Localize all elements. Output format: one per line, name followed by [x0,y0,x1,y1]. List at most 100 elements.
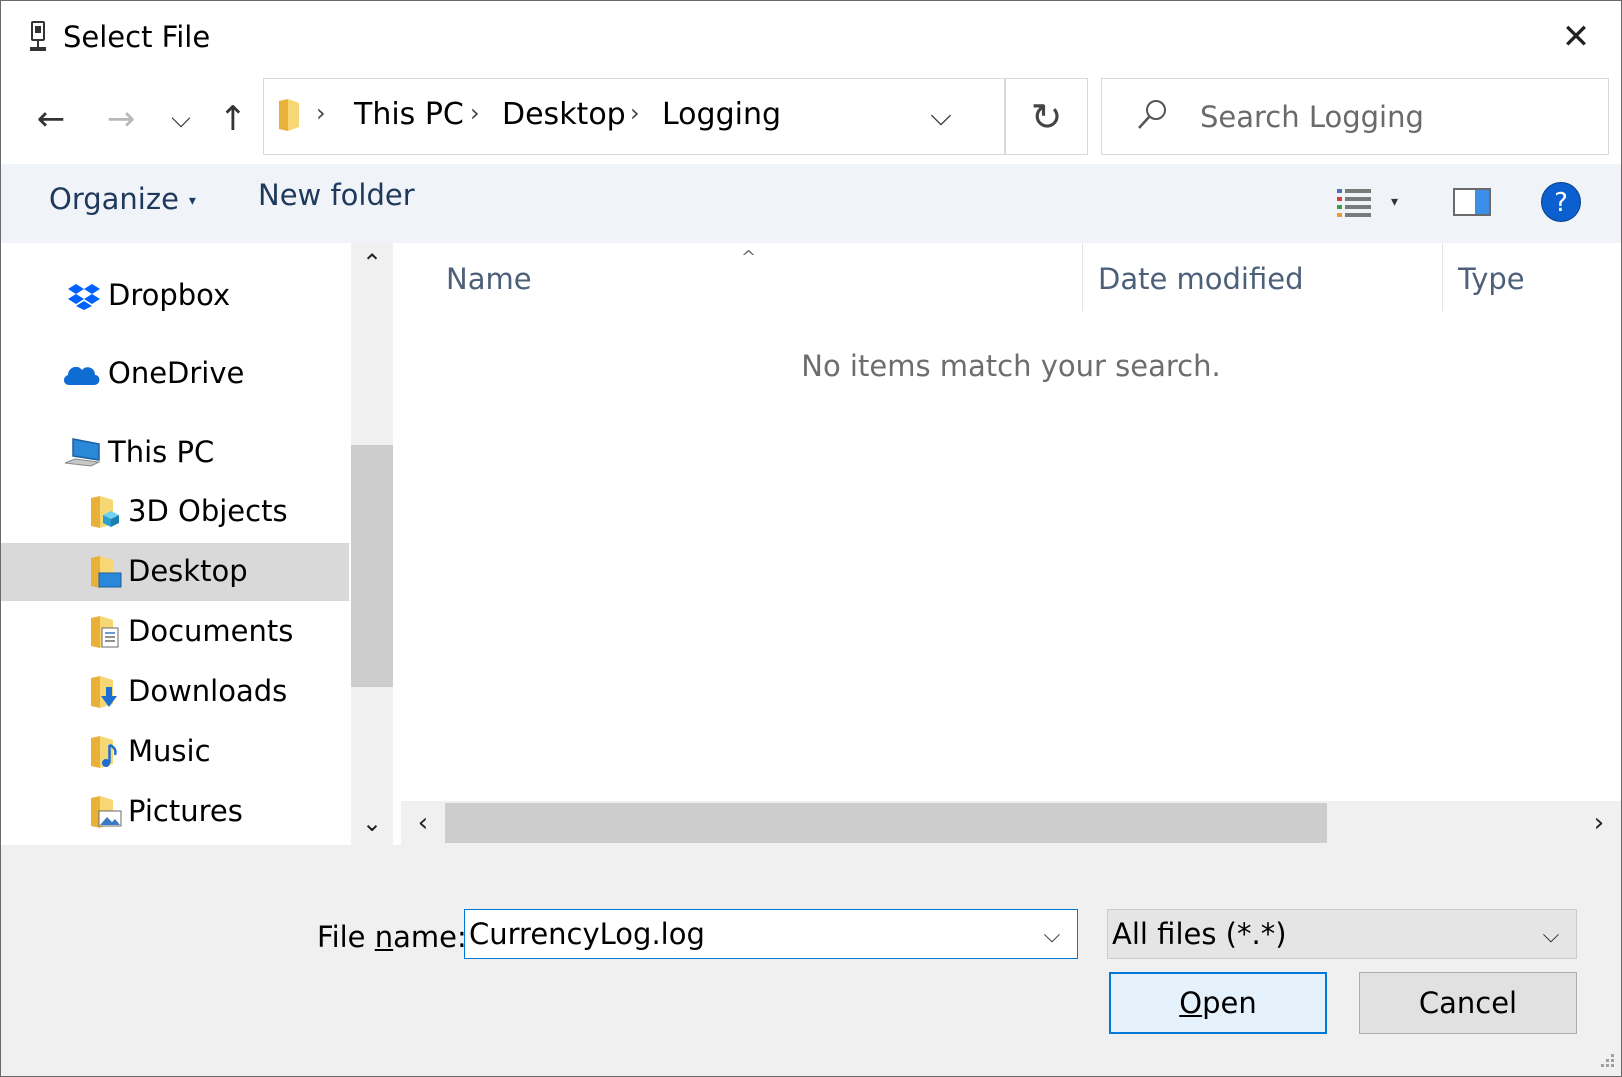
column-header-type[interactable]: Type [1458,243,1525,313]
music-folder-icon [91,736,117,768]
sidebar-item-label: Documents [128,614,294,648]
sort-ascending-icon: ^ [741,247,757,268]
help-icon: ? [1554,188,1568,218]
organize-label: Organize [49,182,179,216]
sidebar-item-music[interactable]: Music [1,723,349,781]
organize-button[interactable]: Organize ▾ [49,182,196,216]
file-name-label-suffix: ame: [393,920,467,954]
file-list-horizontal-scrollbar[interactable]: ‹ › [401,801,1621,845]
chevron-right-icon: › [1593,808,1605,838]
new-folder-button[interactable]: New folder [258,178,415,212]
column-divider[interactable] [1442,243,1443,311]
dropbox-icon [68,284,100,310]
refresh-button[interactable]: ↻ [1005,78,1088,155]
cancel-button-label: Cancel [1418,986,1518,1020]
dialog-footer: File name: ⌵ All files (*.*) ⌵ Open Canc… [1,845,1621,1076]
back-arrow-icon: ← [36,99,66,139]
search-input[interactable] [1200,96,1580,138]
preview-pane-icon[interactable] [1453,186,1491,218]
recent-locations-button[interactable]: ⌵ [159,91,203,147]
scroll-left-button[interactable]: ‹ [403,801,443,845]
breadcrumb-desktop[interactable]: Desktop [502,97,626,132]
title-bar: Select File ✕ [1,1,1621,73]
breadcrumb-separator-icon: › [316,99,326,127]
address-bar[interactable]: › This PC › Desktop › Logging ⌵ [263,78,1005,155]
open-button-label: pen [1202,986,1257,1020]
file-name-label: File name: [317,917,467,957]
dialog-title: Select File [63,20,211,54]
file-type-dropdown-button[interactable]: ⌵ [1534,916,1568,954]
column-divider[interactable] [1082,243,1083,311]
scroll-right-button[interactable]: › [1579,801,1619,845]
empty-results-message: No items match your search. [801,349,1221,383]
cancel-button[interactable]: Cancel [1359,972,1577,1034]
forward-arrow-icon: → [106,99,136,139]
sidebar-item-label: Desktop [128,554,248,588]
sidebar-item-onedrive[interactable]: OneDrive [1,345,349,403]
sidebar-item-dropbox[interactable]: Dropbox [1,267,349,325]
scroll-down-button[interactable]: ⌄ [351,803,393,843]
folder-icon [279,99,299,131]
scrollbar-thumb[interactable] [351,445,393,687]
sidebar-item-label: Downloads [128,674,288,708]
command-bar: Organize ▾ New folder ▾ ? [1,164,1621,243]
close-icon: ✕ [1561,17,1591,57]
forward-button[interactable]: → [99,91,143,147]
sidebar-item-label: 3D Objects [128,494,288,528]
breadcrumb-this-pc[interactable]: This PC [354,97,464,132]
downloads-folder-icon [91,676,117,708]
chevron-down-icon: ⌵ [1043,922,1061,948]
sidebar-item-label: Dropbox [108,278,231,312]
chevron-up-icon: ⌃ [361,249,383,277]
sidebar-item-this-pc[interactable]: This PC [1,424,349,482]
close-button[interactable]: ✕ [1546,11,1606,63]
search-icon [1138,100,1166,129]
resize-grip-icon[interactable] [1597,1052,1615,1070]
sidebar-item-pictures[interactable]: Pictures [1,783,349,841]
3d-objects-folder-icon [91,496,119,528]
dialog-app-icon [30,21,46,51]
onedrive-icon [63,366,100,385]
scroll-up-button[interactable]: ⌃ [351,243,393,283]
sidebar-item-downloads[interactable]: Downloads [1,663,349,721]
column-header-name[interactable]: Name [446,243,532,313]
navigation-pane: Dropbox OneDrive This PC 3D Objects Desk… [1,243,351,845]
address-dropdown-button[interactable]: ⌵ [916,93,966,139]
file-name-dropdown-button[interactable]: ⌵ [1035,916,1069,954]
sidebar-item-documents[interactable]: Documents [1,603,349,661]
help-button[interactable]: ? [1541,182,1581,222]
pictures-folder-icon [91,796,122,828]
view-options-dropdown[interactable]: ▾ [1391,186,1398,218]
sidebar-item-desktop[interactable]: Desktop [1,543,349,601]
file-type-filter-select[interactable]: All files (*.*) ⌵ [1107,909,1577,959]
details-view-icon[interactable] [1336,186,1372,218]
sidebar-item-label: Music [128,734,211,768]
breadcrumb-separator-icon: › [470,99,480,127]
up-button[interactable]: ↑ [211,91,255,147]
chevron-down-icon: ⌵ [171,103,191,134]
chevron-left-icon: ‹ [417,808,429,838]
chevron-down-icon: ⌵ [1542,922,1560,948]
navigation-pane-scrollbar[interactable]: ⌃ ⌄ [351,243,393,845]
sidebar-item-label: Pictures [128,794,243,828]
desktop-folder-icon [91,556,122,588]
file-name-combobox[interactable]: ⌵ [464,909,1078,959]
sidebar-item-label: OneDrive [108,356,245,390]
back-button[interactable]: ← [29,91,73,147]
file-list: ^ Name Date modified Type No items match… [401,243,1621,799]
sidebar-item-label: This PC [108,435,215,469]
scrollbar-thumb[interactable] [445,803,1327,843]
breadcrumb-separator-icon: › [630,99,640,127]
breadcrumb-logging[interactable]: Logging [662,97,781,132]
open-button[interactable]: Open [1109,972,1327,1034]
search-box[interactable] [1101,78,1609,155]
file-name-input[interactable] [469,914,1009,954]
file-dialog-window: Select File ✕ ← → ⌵ ↑ › This PC › Deskto… [0,0,1622,1077]
caret-down-icon: ▾ [188,193,196,209]
refresh-icon: ↻ [1030,94,1063,139]
file-name-label-prefix: File [317,920,375,954]
computer-icon [64,438,101,467]
sidebar-item-3d-objects[interactable]: 3D Objects [1,483,349,541]
column-header-date-modified[interactable]: Date modified [1098,243,1304,313]
file-type-filter-value: All files (*.*) [1112,917,1287,951]
